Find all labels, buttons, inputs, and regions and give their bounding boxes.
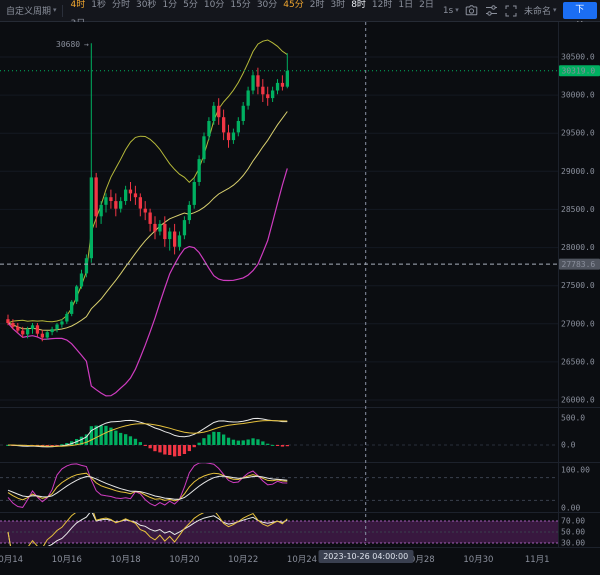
timeframe-1日[interactable]: 1日 [395,0,416,10]
chart-area: 30680→30500.030000.029500.029000.028500.… [0,22,600,547]
seconds-interval-label: 1s [443,6,453,16]
time-axis-label: 10月22 [228,553,258,565]
arrow-right-icon: → [84,40,89,49]
trading-app-window: 自定义周期 ▾ 4时1秒分时30秒1分5分10分15分30分45分2时3时8时1… [0,0,600,575]
timeframe-3时[interactable]: 3时 [327,0,348,10]
time-axis-label: 10月20 [169,553,199,565]
timeframe-2时[interactable]: 2时 [307,0,328,10]
top-toolbar: 自定义周期 ▾ 4时1秒分时30秒1分5分10分15分30分45分2时3时8时1… [0,0,600,22]
chevron-down-icon: ▾ [53,7,57,14]
timeframe-30分[interactable]: 30分 [254,0,280,10]
time-axis-label: 10月16 [52,553,82,565]
timeframe-4时[interactable]: 4时 [68,0,89,10]
time-axis-label: 10月30 [463,553,493,565]
timeframe-8时[interactable]: 8时 [348,0,369,10]
chart-background [0,22,600,547]
timeframe-12时[interactable]: 12时 [369,0,395,10]
layout-name-dropdown[interactable]: 未命名 ▾ [524,4,557,17]
chevron-down-icon: ▾ [553,7,557,14]
time-axis-label: 10月24 [287,553,317,565]
expand-icon[interactable] [504,3,518,18]
rsi-band [0,521,558,543]
time-axis-label: 10月14 [0,553,23,565]
seconds-interval-button[interactable]: 1s ▾ [443,6,459,16]
timeframe-2日[interactable]: 2日 [416,0,437,10]
layout-name-label: 未命名 [524,4,551,17]
timeframe-1分[interactable]: 1分 [159,0,180,10]
timeframe-分时[interactable]: 分时 [109,0,133,10]
timeframe-1秒[interactable]: 1秒 [88,0,109,10]
settings-icon[interactable] [485,3,499,18]
crosshair-time-label: 2023-10-26 04:00:00 [318,550,413,563]
chart-canvas[interactable]: 30680→30500.030000.029500.029000.028500.… [0,22,600,547]
time-axis[interactable]: 10月1410月1610月1810月2010月2210月2410月2810月30… [0,547,600,575]
timeframe-45分[interactable]: 45分 [280,0,306,10]
toolbar-right-group: 1s ▾ 未命名 ▾ 下单 [443,2,600,19]
place-order-button[interactable]: 下单 [563,2,598,19]
camera-icon[interactable] [465,3,479,18]
toolbar-divider [62,5,63,17]
chevron-down-icon: ▾ [455,7,459,14]
timeframe-10分[interactable]: 10分 [201,0,227,10]
timeframe-15分[interactable]: 15分 [227,0,253,10]
spike-price-annotation[interactable]: 30680 [56,40,80,49]
custom-period-dropdown[interactable]: 自定义周期 ▾ [6,4,57,17]
timeframe-30秒[interactable]: 30秒 [133,0,159,10]
price-axis[interactable] [558,22,600,547]
time-axis-label: 11月1 [525,553,550,565]
timeframe-5分[interactable]: 5分 [180,0,201,10]
time-axis-label: 10月18 [111,553,141,565]
custom-period-label: 自定义周期 [6,4,51,17]
